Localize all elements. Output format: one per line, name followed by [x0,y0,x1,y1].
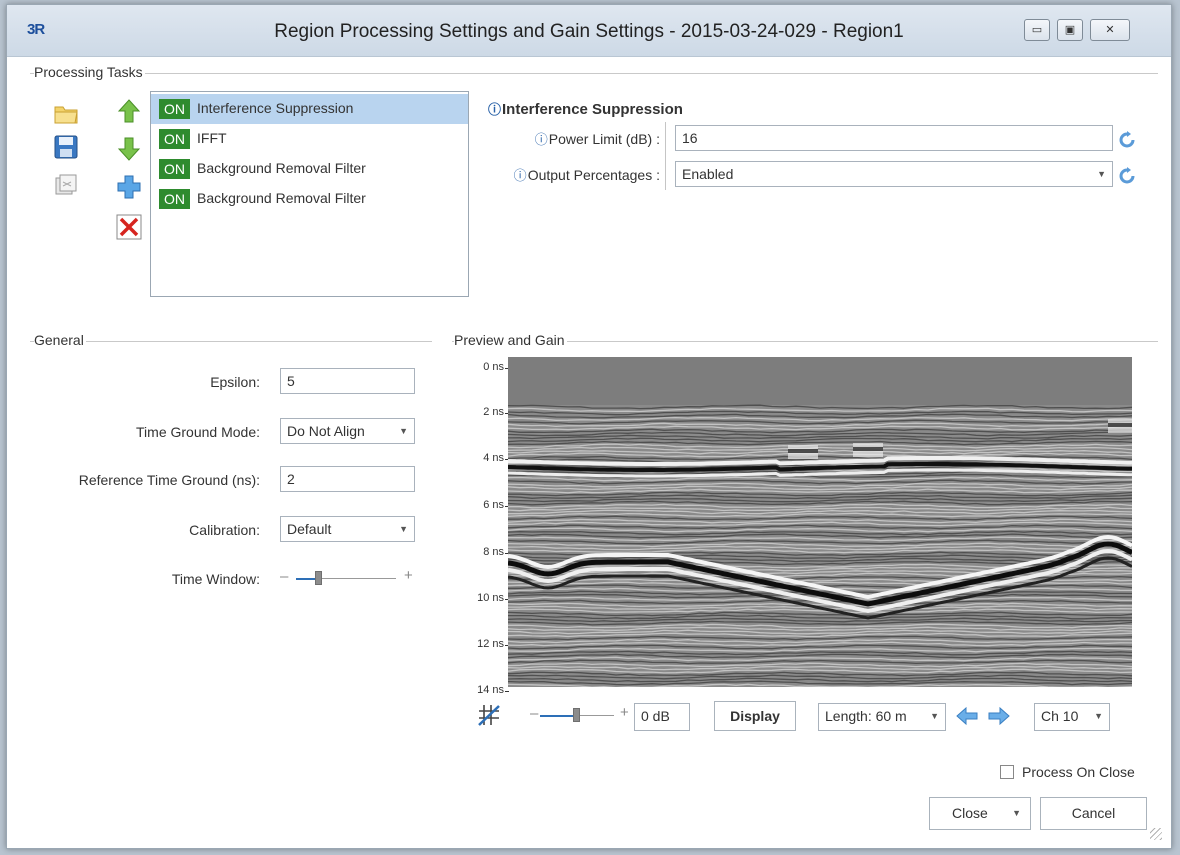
resize-grip-icon[interactable] [1150,828,1162,840]
info-icon: ⓘ [488,102,502,117]
task-item[interactable]: ON IFFT [151,124,468,154]
channel-value: Ch 10 [1041,708,1079,724]
gain-increase-button[interactable]: + [620,704,629,721]
time-tick-label: 8 ns [483,546,504,558]
window-title: Region Processing Settings and Gain Sett… [274,21,904,42]
close-button[interactable]: Close ▼ [929,797,1031,830]
radargram-preview[interactable] [508,357,1132,687]
reset-power-limit-icon[interactable] [1118,131,1136,149]
time-ground-mode-value: Do Not Align [287,423,365,439]
time-window-decrease-button[interactable]: – [280,568,288,585]
gain-slider-thumb[interactable] [573,708,580,722]
time-ground-mode-label: Time Ground Mode: [136,424,260,440]
chevron-down-icon[interactable]: ▼ [1012,798,1021,829]
close-button-label: Close [952,805,988,821]
chevron-down-icon: ▼ [1094,711,1103,721]
preview-group-title: Preview and Gain [454,332,567,348]
close-window-button[interactable]: ✕ [1090,19,1130,41]
chevron-down-icon: ▼ [1097,169,1106,179]
info-icon: ⓘ [513,168,527,183]
display-button[interactable]: Display [714,701,796,731]
task-item[interactable]: ON Background Removal Filter [151,154,468,184]
time-tick-label: 4 ns [483,452,504,464]
properties-heading: ⓘInterference Suppression [488,99,683,118]
power-limit-label-text: Power Limit (dB) : [548,131,660,147]
output-percentages-value: Enabled [682,166,734,182]
add-icon[interactable] [116,174,142,200]
general-group-line [30,341,432,342]
time-ground-mode-select[interactable]: Do Not Align ▼ [280,418,415,444]
output-percentages-label: ⓘOutput Percentages : [470,165,660,184]
reference-time-ground-field[interactable]: 2 [280,466,415,492]
grid-toggle-icon[interactable] [477,703,503,727]
calibration-label: Calibration: [189,522,260,538]
gain-value-field[interactable]: 0 dB [634,703,690,731]
time-window-slider-track[interactable] [318,578,396,579]
task-on-badge[interactable]: ON [159,99,190,119]
chevron-down-icon: ▼ [399,426,408,436]
task-label: Background Removal Filter [197,190,366,206]
time-tick-mark [505,691,509,692]
channel-select[interactable]: Ch 10 ▼ [1034,703,1110,731]
chevron-down-icon: ▼ [930,711,939,721]
gain-slider-track[interactable] [578,715,614,716]
process-on-close-checkbox[interactable] [1000,765,1014,779]
task-list[interactable]: ON Interference Suppression ON IFFT ON B… [150,91,469,297]
property-separator [665,122,666,190]
reference-time-ground-label: Reference Time Ground (ns): [78,472,260,488]
copy-icon[interactable] [53,172,79,198]
length-value: Length: 60 m [825,708,907,724]
time-tick-label: 6 ns [483,499,504,511]
output-percentages-label-text: Output Percentages : [527,167,660,183]
general-group-title: General [34,332,86,348]
info-icon: ⓘ [534,132,548,147]
minimize-button[interactable]: ▭ [1024,19,1050,41]
epsilon-label: Epsilon: [210,374,260,390]
maximize-button[interactable]: ▣ [1057,19,1083,41]
task-on-badge[interactable]: ON [159,189,190,209]
processing-group-title: Processing Tasks [34,64,145,80]
time-window-increase-button[interactable]: + [404,567,413,584]
task-label: Interference Suppression [197,100,354,116]
time-tick-label: 0 ns [483,361,504,373]
time-window-slider-thumb[interactable] [315,571,322,585]
time-tick-label: 10 ns [477,592,504,604]
length-select[interactable]: Length: 60 m ▼ [818,703,946,731]
title-bar: 3R Region Processing Settings and Gain S… [7,5,1171,57]
radargram-image [508,357,1132,687]
calibration-select[interactable]: Default ▼ [280,516,415,542]
properties-heading-text: Interference Suppression [502,101,683,118]
task-on-badge[interactable]: ON [159,129,190,149]
time-tick-label: 2 ns [483,406,504,418]
time-tick-label: 12 ns [477,638,504,650]
time-tick-label: 14 ns [477,684,504,696]
epsilon-field[interactable]: 5 [280,368,415,394]
task-item[interactable]: ON Background Removal Filter [151,184,468,214]
delete-icon[interactable] [116,214,142,240]
open-folder-icon[interactable] [53,100,79,126]
move-down-icon[interactable] [116,136,142,162]
reset-output-percentages-icon[interactable] [1118,167,1136,185]
task-on-badge[interactable]: ON [159,159,190,179]
task-item[interactable]: ON Interference Suppression [151,94,468,124]
move-up-icon[interactable] [116,98,142,124]
time-window-label: Time Window: [171,571,260,587]
previous-arrow-icon[interactable] [956,706,978,726]
cancel-button[interactable]: Cancel [1040,797,1147,830]
save-icon[interactable] [53,134,79,160]
output-percentages-select[interactable]: Enabled ▼ [675,161,1113,187]
calibration-value: Default [287,521,332,537]
power-limit-label: ⓘPower Limit (dB) : [470,129,660,148]
gain-decrease-button[interactable]: – [530,705,538,722]
power-limit-field[interactable]: 16 [675,125,1113,151]
process-on-close-label: Process On Close [1022,764,1135,780]
processing-group-line [30,73,1158,74]
task-label: Background Removal Filter [197,160,366,176]
chevron-down-icon: ▼ [399,524,408,534]
task-label: IFFT [197,130,227,146]
next-arrow-icon[interactable] [988,706,1010,726]
